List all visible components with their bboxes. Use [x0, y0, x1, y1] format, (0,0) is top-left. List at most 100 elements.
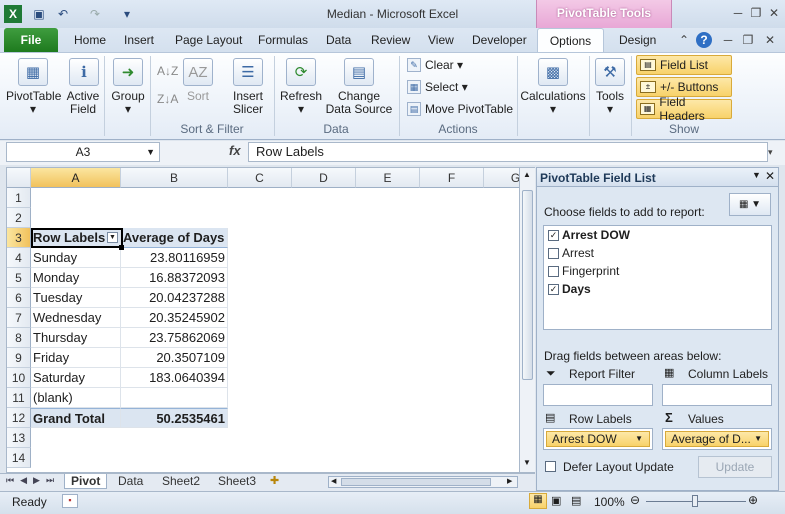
tab-data[interactable]: Data [326, 33, 351, 47]
scroll-right-icon[interactable]: ▶ [507, 477, 512, 485]
tab-formulas[interactable]: Formulas [258, 33, 308, 47]
value-cell[interactable]: 23.80116959 [121, 248, 228, 268]
field-item-days[interactable]: ✓ Days [548, 282, 591, 296]
tab-file[interactable]: File [4, 28, 58, 52]
active-field-button[interactable]: ℹ Active Field [66, 58, 102, 116]
row-header[interactable]: 3 [7, 228, 31, 248]
column-header[interactable]: D [292, 168, 356, 188]
grand-total-label[interactable]: Grand Total [31, 408, 121, 428]
row-label-cell[interactable]: Friday [31, 348, 121, 368]
horizontal-scrollbar[interactable]: ◀ ▶ [328, 476, 518, 488]
value-cell[interactable]: 183.0640394 [121, 368, 228, 388]
value-cell[interactable]: 16.88372093 [121, 268, 228, 288]
value-cell[interactable] [121, 388, 228, 408]
sheet-tab-sheet2[interactable]: Sheet2 [156, 474, 206, 489]
column-labels-area[interactable] [662, 384, 772, 406]
column-header[interactable]: B [121, 168, 228, 188]
report-filter-area[interactable] [543, 384, 653, 406]
row-header[interactable]: 6 [7, 288, 31, 308]
change-data-source-button[interactable]: ▤ Change Data Source [324, 58, 394, 116]
sheet-navigation-icons[interactable]: ⏮◀▶⏭ [6, 475, 60, 486]
pill-dropdown-icon[interactable]: ▼ [754, 432, 762, 446]
worksheet-grid[interactable]: A B C D E F G 1 2 3 4 5 6 7 8 9 10 11 12… [6, 167, 520, 473]
row-header[interactable]: 7 [7, 308, 31, 328]
row-label-cell[interactable]: Monday [31, 268, 121, 288]
pivot-values-header[interactable]: Average of Days [121, 228, 228, 248]
vertical-scrollbar[interactable]: ▲ ▼ [520, 167, 535, 473]
field-item-arrest-dow[interactable]: ✓ Arrest DOW [548, 228, 630, 242]
value-cell[interactable]: 20.35245902 [121, 308, 228, 328]
insert-function-icon[interactable]: fx [229, 143, 241, 158]
move-pivottable-button[interactable]: ▤ Move PivotTable [407, 102, 513, 116]
field-checkbox-checked[interactable]: ✓ [548, 283, 559, 295]
value-cell[interactable]: 23.75862069 [121, 328, 228, 348]
row-header[interactable]: 13 [7, 428, 31, 448]
scroll-down-icon[interactable]: ▼ [521, 458, 533, 467]
tab-page-layout[interactable]: Page Layout [175, 33, 242, 47]
row-header[interactable]: 1 [7, 188, 31, 208]
normal-view-icon[interactable]: ▦ [529, 493, 547, 509]
tab-developer[interactable]: Developer [472, 33, 527, 47]
tab-options[interactable]: Options [537, 28, 604, 53]
value-field-pill[interactable]: Average of D... ▼ [665, 431, 769, 447]
tab-view[interactable]: View [428, 33, 454, 47]
sheet-tab-pivot[interactable]: Pivot [64, 474, 108, 489]
name-box-dropdown-icon[interactable]: ▼ [146, 143, 155, 161]
field-checkbox[interactable] [548, 265, 559, 277]
row-header[interactable]: 12 [7, 408, 31, 428]
macro-record-icon[interactable]: ▪ [62, 494, 78, 508]
select-all-corner[interactable] [7, 168, 31, 188]
layout-options-button[interactable]: ▦ ▼ [729, 193, 771, 216]
doc-restore-icon[interactable]: ❐ [740, 32, 756, 48]
row-label-cell[interactable]: Tuesday [31, 288, 121, 308]
tools-button[interactable]: ⚒ Tools ▾ [594, 58, 626, 116]
name-box[interactable]: A3 ▼ [6, 142, 160, 162]
pill-dropdown-icon[interactable]: ▼ [635, 432, 643, 446]
calculations-button[interactable]: ▩ Calculations ▾ [520, 58, 586, 116]
group-button[interactable]: ➜ Group ▾ [110, 58, 146, 116]
field-item-arrest[interactable]: Arrest [548, 246, 594, 260]
fill-handle[interactable] [119, 245, 124, 250]
row-header[interactable]: 14 [7, 448, 31, 468]
row-label-cell[interactable]: Thursday [31, 328, 121, 348]
page-break-view-icon[interactable]: ▤ [571, 494, 581, 507]
select-button[interactable]: ▦ Select ▾ [407, 80, 468, 94]
sort-az-button[interactable]: A↓Z [157, 64, 178, 78]
expand-formula-icon[interactable]: ▾ [768, 142, 780, 162]
page-layout-view-icon[interactable]: ▣ [551, 494, 561, 507]
doc-minimize-icon[interactable]: ─ [720, 32, 736, 48]
column-header[interactable]: C [228, 168, 292, 188]
row-header[interactable]: 11 [7, 388, 31, 408]
value-cell[interactable]: 20.3507109 [121, 348, 228, 368]
pivottable-button[interactable]: ▦ PivotTable ▾ [6, 58, 61, 116]
update-button[interactable]: Update [698, 456, 772, 478]
horizontal-scroll-thumb[interactable] [341, 478, 491, 486]
zoom-out-icon[interactable]: ⊖ [630, 493, 640, 507]
clear-button[interactable]: ✎ Clear ▾ [407, 58, 463, 72]
column-header[interactable]: E [356, 168, 420, 188]
tab-insert[interactable]: Insert [124, 33, 154, 47]
column-header[interactable]: F [420, 168, 484, 188]
row-header[interactable]: 9 [7, 348, 31, 368]
vertical-scroll-thumb[interactable] [522, 190, 533, 380]
pane-options-icon[interactable]: ▼ [752, 170, 761, 180]
row-label-cell[interactable]: Wednesday [31, 308, 121, 328]
field-checkbox-checked[interactable]: ✓ [548, 229, 559, 241]
buttons-toggle[interactable]: ± +/- Buttons [636, 77, 732, 97]
field-list-toggle[interactable]: ▤ Field List [636, 55, 732, 75]
row-label-cell[interactable]: (blank) [31, 388, 121, 408]
row-header[interactable]: 10 [7, 368, 31, 388]
refresh-button[interactable]: ⟳ Refresh ▾ [280, 58, 322, 116]
row-header[interactable]: 8 [7, 328, 31, 348]
sort-za-button[interactable]: Z↓A [157, 92, 178, 106]
row-label-cell[interactable]: Saturday [31, 368, 121, 388]
close-icon[interactable]: ✕ [766, 5, 782, 21]
restore-icon[interactable]: ❐ [748, 5, 764, 21]
row-field-pill[interactable]: Arrest DOW ▼ [546, 431, 650, 447]
pane-close-icon[interactable]: ✕ [765, 169, 775, 183]
row-label-cell[interactable]: Sunday [31, 248, 121, 268]
row-labels-area[interactable]: Arrest DOW ▼ [543, 428, 653, 450]
sheet-tab-sheet3[interactable]: Sheet3 [212, 474, 262, 489]
column-header[interactable]: G [484, 168, 519, 188]
row-header[interactable]: 5 [7, 268, 31, 288]
